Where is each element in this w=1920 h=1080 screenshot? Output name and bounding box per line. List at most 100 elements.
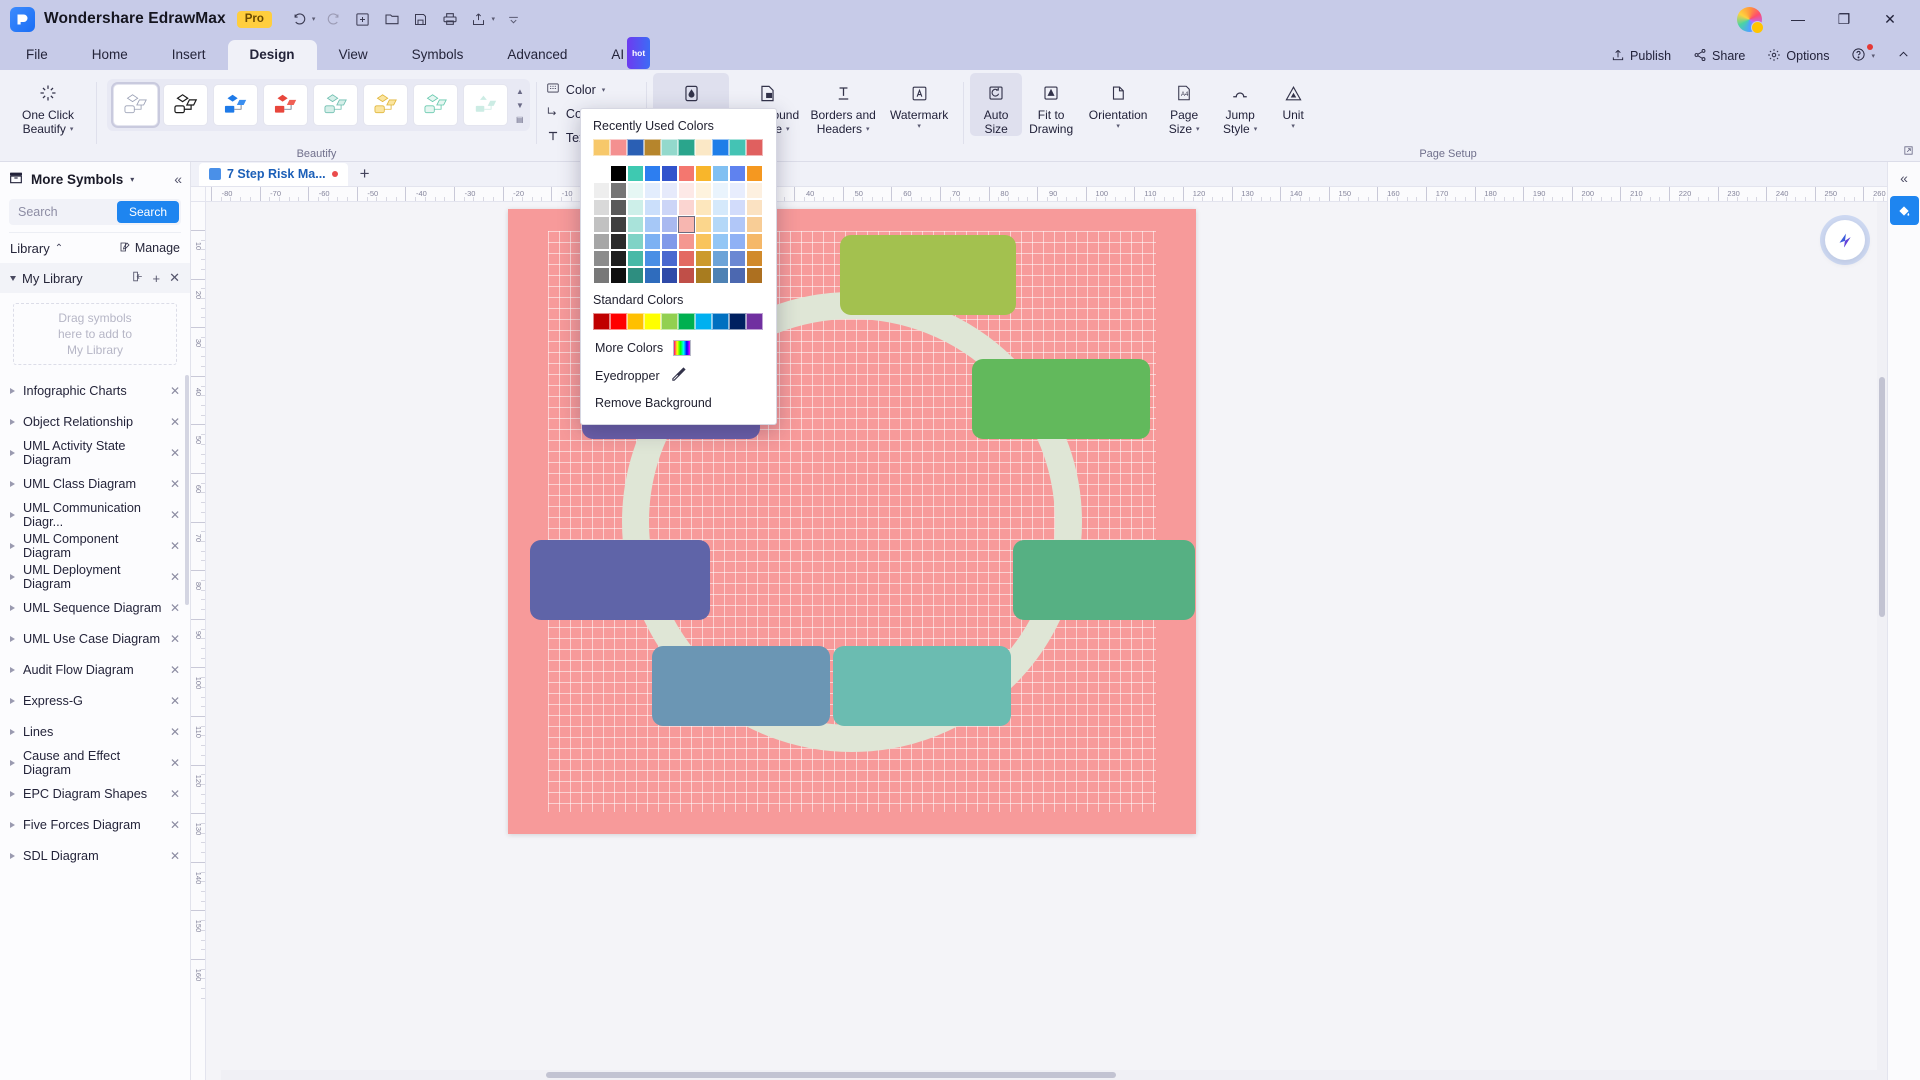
- vertical-ruler[interactable]: 10 20 30 40 50 60 70 80 90 100 110 120 130 140 150 160: [191, 202, 206, 1080]
- jump-style-caret-icon[interactable]: ▾: [1254, 126, 1258, 133]
- export-icon[interactable]: [465, 6, 492, 32]
- node-left[interactable]: [530, 540, 710, 620]
- page-size-button[interactable]: A4 Page Size ▾: [1156, 73, 1212, 136]
- theme-swatch-0-7[interactable]: [712, 165, 729, 182]
- theme-swatch-6-2[interactable]: [627, 267, 644, 284]
- color-button[interactable]: Color ▾: [543, 79, 640, 100]
- theme-swatch-6-7[interactable]: [712, 267, 729, 284]
- node-right[interactable]: [1013, 540, 1195, 620]
- theme-swatch-1-7[interactable]: [712, 182, 729, 199]
- options-button[interactable]: Options: [1763, 45, 1833, 68]
- theme-swatch-3-4[interactable]: [661, 216, 678, 233]
- close-icon[interactable]: ✕: [170, 570, 180, 584]
- theme-swatch-6-4[interactable]: [661, 267, 678, 284]
- theme-swatch-3-3[interactable]: [644, 216, 661, 233]
- theme-swatch-0-4[interactable]: [661, 165, 678, 182]
- close-icon[interactable]: ✕: [170, 508, 180, 522]
- unit-button[interactable]: Unit ▾: [1268, 73, 1318, 130]
- sidebar-item-uml-class-diagram[interactable]: UML Class Diagram ✕: [0, 468, 190, 499]
- tab-home[interactable]: Home: [70, 40, 150, 70]
- chevron-right-icon[interactable]: [10, 511, 15, 518]
- standard-swatch-1[interactable]: [610, 313, 627, 330]
- sidebar-item-uml-deployment-diagram[interactable]: UML Deployment Diagram ✕: [0, 561, 190, 592]
- borders-and-headers-button[interactable]: Borders and Headers ▾: [805, 73, 881, 136]
- beautify-theme-red[interactable]: [263, 84, 308, 126]
- beautify-theme-blue[interactable]: [213, 84, 258, 126]
- open-icon[interactable]: [378, 6, 405, 32]
- theme-swatch-3-1[interactable]: [610, 216, 627, 233]
- recent-swatch-3[interactable]: [644, 139, 661, 156]
- theme-swatch-5-4[interactable]: [661, 250, 678, 267]
- theme-swatch-2-2[interactable]: [627, 199, 644, 216]
- close-icon[interactable]: ✕: [170, 384, 180, 398]
- theme-swatch-4-2[interactable]: [627, 233, 644, 250]
- theme-swatch-0-6[interactable]: [695, 165, 712, 182]
- chevron-right-icon[interactable]: [10, 542, 15, 549]
- theme-swatch-1-1[interactable]: [610, 182, 627, 199]
- theme-swatch-5-0[interactable]: [593, 250, 610, 267]
- sidebar-item-lines[interactable]: Lines ✕: [0, 716, 190, 747]
- vscroll-thumb[interactable]: [1879, 377, 1885, 617]
- theme-swatch-4-6[interactable]: [695, 233, 712, 250]
- tab-design[interactable]: Design: [227, 40, 317, 70]
- theme-swatch-2-8[interactable]: [729, 199, 746, 216]
- recent-swatch-6[interactable]: [695, 139, 712, 156]
- my-library-row[interactable]: My Library + ✕: [0, 263, 190, 293]
- recent-swatch-1[interactable]: [610, 139, 627, 156]
- theme-swatch-1-4[interactable]: [661, 182, 678, 199]
- close-icon[interactable]: ✕: [170, 818, 180, 832]
- standard-swatch-3[interactable]: [644, 313, 661, 330]
- theme-swatch-1-6[interactable]: [695, 182, 712, 199]
- theme-swatch-6-5[interactable]: [678, 267, 695, 284]
- node-bottom-right[interactable]: [833, 646, 1011, 726]
- tab-file[interactable]: File: [4, 40, 70, 70]
- share-button[interactable]: Share: [1689, 45, 1749, 68]
- theme-swatch-1-8[interactable]: [729, 182, 746, 199]
- new-document-tab-button[interactable]: +: [352, 164, 378, 184]
- tab-advanced[interactable]: Advanced: [485, 40, 589, 70]
- beautify-theme-outline-black[interactable]: [163, 84, 208, 126]
- theme-swatch-1-9[interactable]: [746, 182, 763, 199]
- one-click-beautify-caret-icon[interactable]: ▾: [70, 126, 74, 133]
- watermark-caret-icon[interactable]: ▾: [917, 123, 921, 130]
- standard-swatch-8[interactable]: [729, 313, 746, 330]
- node-top[interactable]: [840, 235, 1016, 315]
- remove-background-item[interactable]: Remove Background: [593, 391, 764, 415]
- library-collapse-icon[interactable]: ⌃: [55, 243, 63, 254]
- sidebar-item-uml-component-diagram[interactable]: UML Component Diagram ✕: [0, 530, 190, 561]
- node-top-right[interactable]: [972, 359, 1150, 439]
- beautify-theme-faded[interactable]: [463, 84, 508, 126]
- redo-icon[interactable]: [320, 6, 347, 32]
- close-button[interactable]: ✕: [1868, 0, 1912, 38]
- chevron-right-icon[interactable]: [10, 728, 15, 735]
- theme-swatch-3-0[interactable]: [593, 216, 610, 233]
- close-icon[interactable]: ✕: [170, 632, 180, 646]
- fill-color-icon[interactable]: [1889, 196, 1919, 225]
- theme-swatch-0-0[interactable]: [593, 165, 610, 182]
- export-caret-icon[interactable]: ▾: [491, 15, 495, 23]
- close-icon[interactable]: ✕: [170, 539, 180, 553]
- standard-swatch-5[interactable]: [678, 313, 695, 330]
- recent-swatch-0[interactable]: [593, 139, 610, 156]
- recent-swatch-7[interactable]: [712, 139, 729, 156]
- theme-swatch-4-1[interactable]: [610, 233, 627, 250]
- fit-to-drawing-button[interactable]: Fit to Drawing: [1022, 73, 1080, 136]
- theme-swatch-5-7[interactable]: [712, 250, 729, 267]
- theme-swatch-0-8[interactable]: [729, 165, 746, 182]
- sidebar-item-uml-activity-state-diagram[interactable]: UML Activity State Diagram ✕: [0, 437, 190, 468]
- beautify-theme-teal-light[interactable]: [313, 84, 358, 126]
- publish-button[interactable]: Publish: [1607, 45, 1675, 68]
- theme-swatch-4-0[interactable]: [593, 233, 610, 250]
- theme-swatch-1-2[interactable]: [627, 182, 644, 199]
- close-icon[interactable]: ✕: [170, 601, 180, 615]
- theme-swatch-1-5[interactable]: [678, 182, 695, 199]
- recent-swatch-4[interactable]: [661, 139, 678, 156]
- theme-swatch-3-7[interactable]: [712, 216, 729, 233]
- theme-swatch-3-6[interactable]: [695, 216, 712, 233]
- chevron-right-icon[interactable]: [10, 604, 15, 611]
- unit-caret-icon[interactable]: ▾: [1291, 123, 1295, 130]
- add-library-icon[interactable]: +: [153, 271, 161, 286]
- theme-swatch-6-9[interactable]: [746, 267, 763, 284]
- chevron-right-icon[interactable]: [10, 480, 15, 487]
- undo-icon[interactable]: [286, 6, 313, 32]
